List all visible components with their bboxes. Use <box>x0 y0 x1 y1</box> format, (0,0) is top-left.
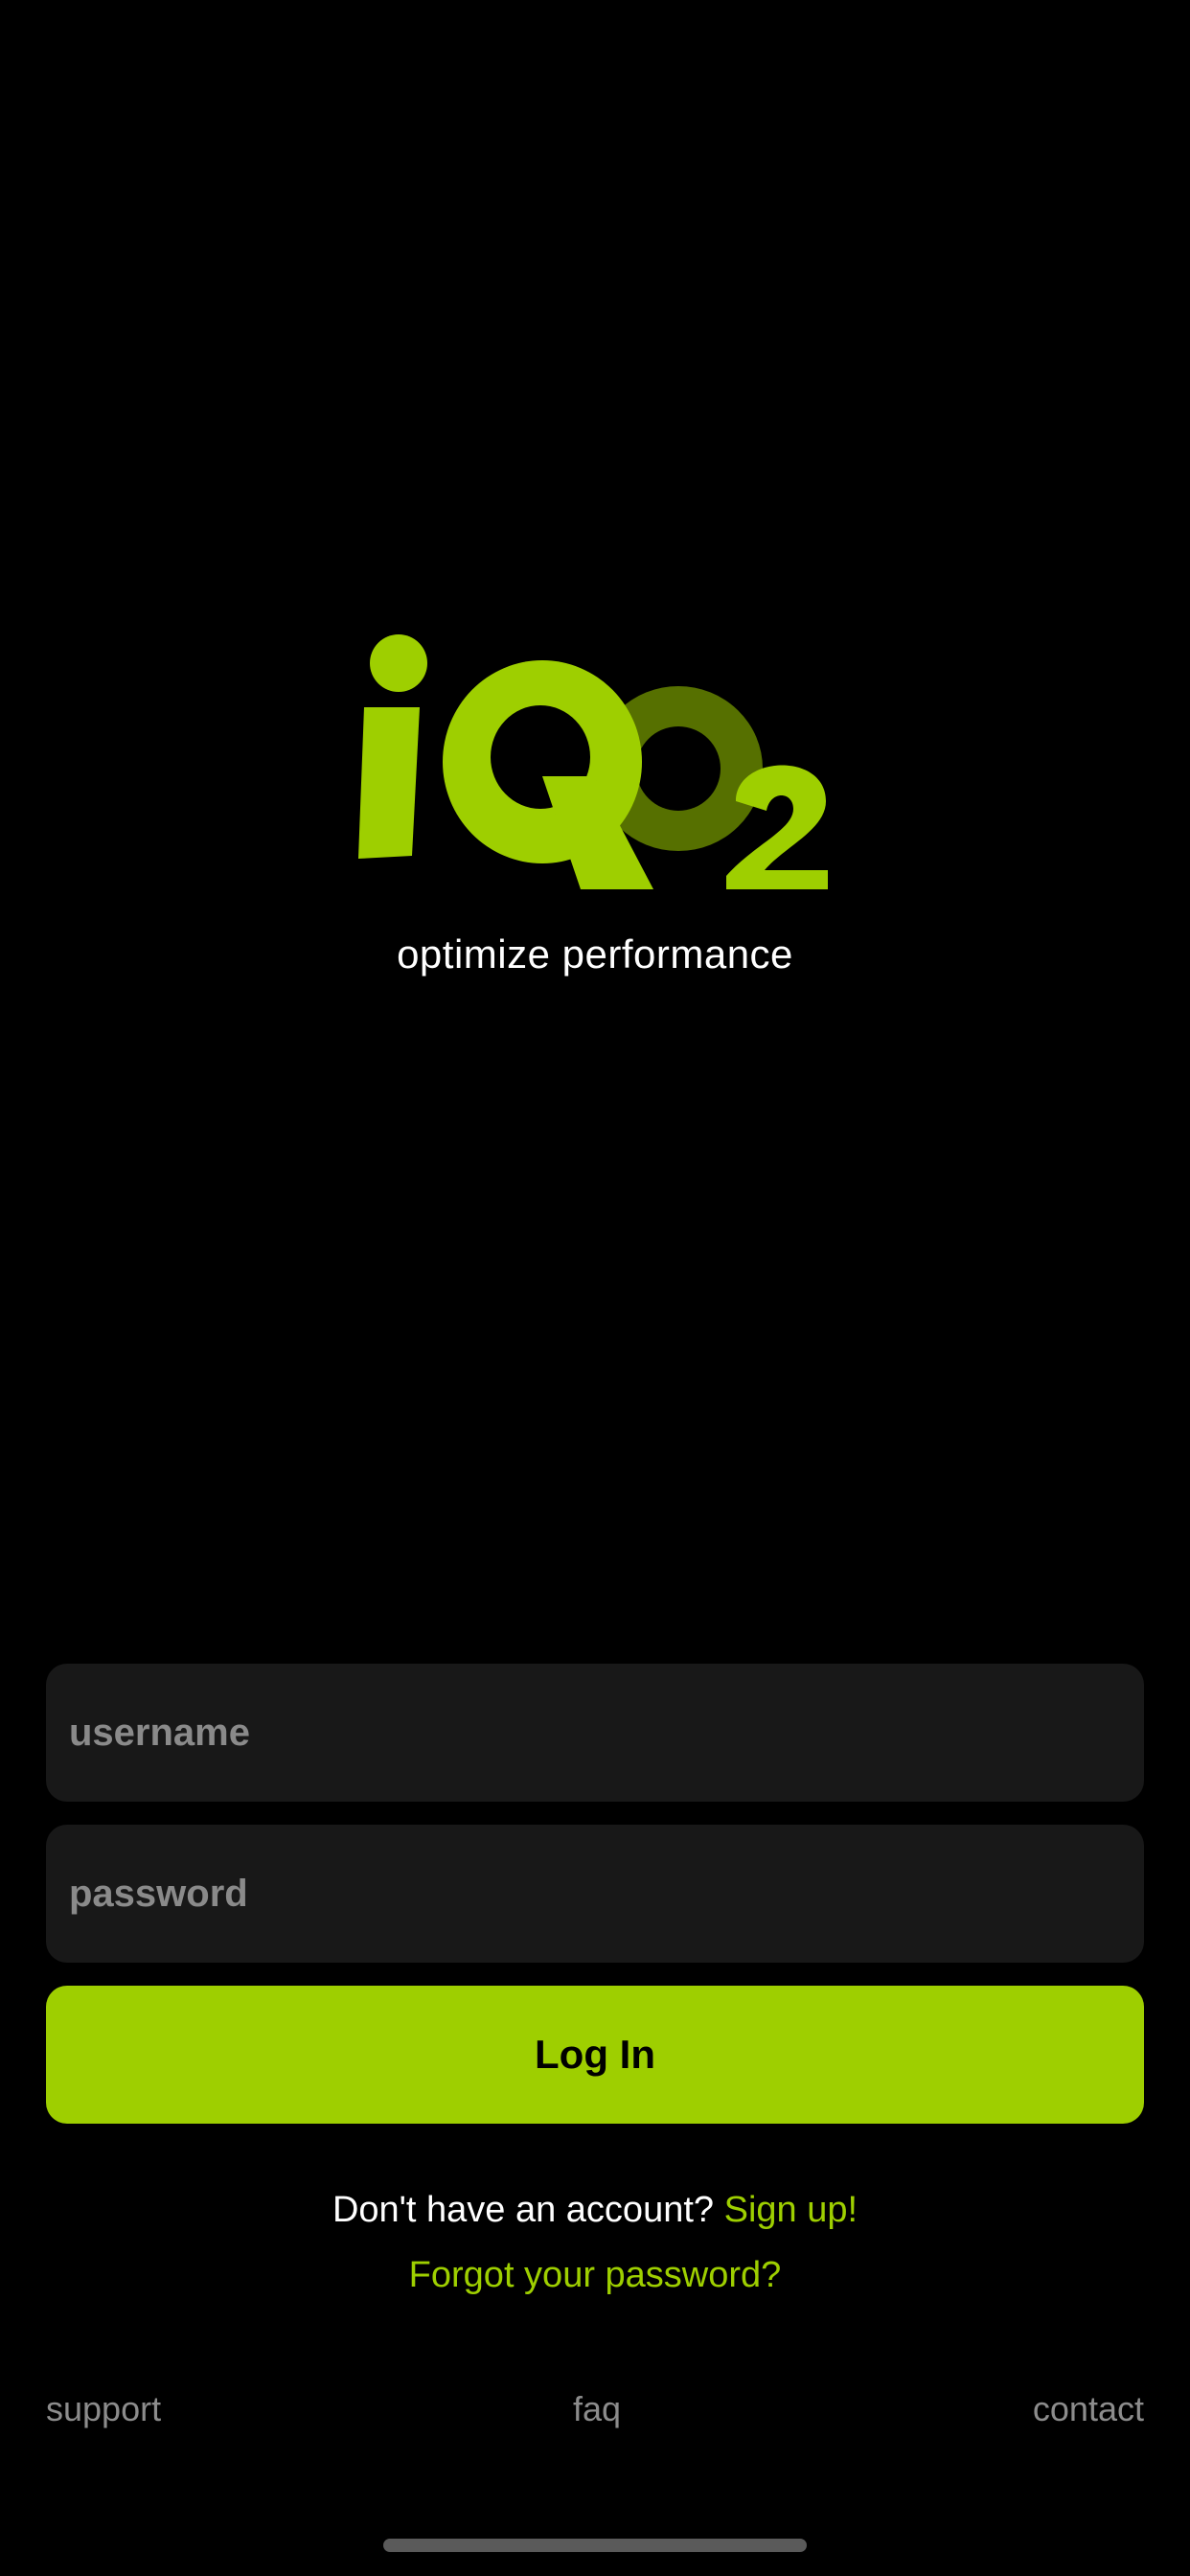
tagline: optimize performance <box>397 932 793 977</box>
footer-links: support faq contact <box>46 2389 1144 2429</box>
signup-prompt-text: Don't have an account? <box>332 2190 724 2230</box>
faq-link[interactable]: faq <box>573 2389 621 2429</box>
password-input[interactable] <box>46 1825 1144 1963</box>
logo-i-stem <box>358 707 420 859</box>
contact-link[interactable]: contact <box>1033 2389 1144 2429</box>
logo-subscript-2 <box>726 765 828 889</box>
login-button[interactable]: Log In <box>46 1986 1144 2124</box>
home-indicator[interactable] <box>383 2539 807 2552</box>
forgot-password-line: Forgot your password? <box>0 2255 1190 2296</box>
signup-link[interactable]: Sign up! <box>724 2190 858 2230</box>
signup-prompt-line: Don't have an account? Sign up! <box>0 2190 1190 2231</box>
forgot-password-link[interactable]: Forgot your password? <box>409 2255 782 2295</box>
logo-area: optimize performance <box>0 632 1190 978</box>
iqo2-logo <box>358 634 828 889</box>
support-link[interactable]: support <box>46 2389 161 2429</box>
username-input[interactable] <box>46 1664 1144 1802</box>
logo-i-dot <box>370 634 427 692</box>
